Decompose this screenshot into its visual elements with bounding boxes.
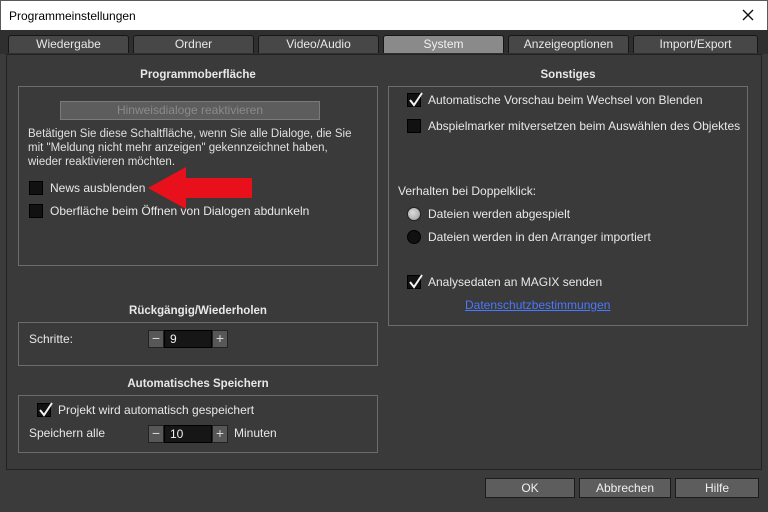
radio-dateien-abgespielt-label: Dateien werden abgespielt [428,207,571,221]
red-arrow-icon [148,167,252,209]
abdunkeln-checkbox[interactable] [29,204,43,218]
news-ausblenden-label: News ausblenden [50,181,146,195]
section-title-rueckgaengig: Rückgängig/Wiederholen [129,305,267,317]
tab-video-audio[interactable]: Video/Audio [258,35,379,53]
analysis-checkbox[interactable] [407,274,423,289]
schritte-increment-button[interactable]: + [212,330,228,348]
schritte-decrement-button[interactable]: − [148,330,164,348]
description-line: Betätigen Sie diese Schaltfläche, wenn S… [28,128,352,140]
checkmark-icon [39,402,53,417]
auto-preview-checkbox[interactable] [407,92,423,107]
section-title-programmoberflaeche: Programmoberfläche [140,69,256,81]
cancel-button[interactable]: Abbrechen [579,478,671,498]
radio-dateien-arranger-label: Dateien werden in den Arranger importier… [428,230,651,244]
reactivate-dialogs-button[interactable]: Hinweisdialoge reaktivieren [60,101,320,120]
tab-import-export[interactable]: Import/Export [633,35,758,53]
section-title-sonstiges: Sonstiges [540,69,596,81]
autosave-checkbox[interactable] [37,402,53,417]
schritte-input[interactable]: 9 [164,330,212,348]
title-bar: Programmeinstellungen [0,0,768,30]
privacy-link[interactable]: Datenschutzbestimmungen [465,298,610,312]
doubleclick-label: Verhalten bei Doppelklick: [398,184,537,198]
playmarker-label: Abspielmarker mitversetzen beim Auswähle… [428,119,741,133]
description-line: mit "Meldung nicht mehr anzeigen" gekenn… [28,142,328,154]
radio-dateien-abgespielt[interactable] [407,207,421,221]
news-ausblenden-checkbox[interactable] [29,181,43,195]
checkmark-icon [409,92,423,107]
tab-bar: Wiedergabe Ordner Video/Audio System Anz… [0,30,768,54]
tab-system[interactable]: System [383,35,504,53]
schritte-label: Schritte: [29,332,74,346]
tab-ordner[interactable]: Ordner [133,35,254,53]
help-button[interactable]: Hilfe [675,478,759,498]
autosave-unit-label: Minuten [234,426,277,440]
section-title-autosave: Automatisches Speichern [127,378,269,390]
autosave-interval-input[interactable]: 10 [164,425,212,443]
checkmark-icon [409,274,423,289]
radio-dateien-arranger[interactable] [407,230,421,244]
reactivate-description: Betätigen Sie diese Schaltfläche, wenn S… [28,127,373,169]
autosave-increment-button[interactable]: + [212,425,228,443]
auto-preview-label: Automatische Vorschau beim Wechsel von B… [428,93,703,107]
autosave-label: Projekt wird automatisch gespeichert [58,403,255,417]
autosave-interval-label: Speichern alle [29,426,106,440]
analysis-label: Analysedaten an MAGIX senden [428,275,603,289]
playmarker-checkbox[interactable] [407,119,421,133]
ok-button[interactable]: OK [485,478,575,498]
close-icon[interactable] [739,6,757,24]
tab-wiedergabe[interactable]: Wiedergabe [8,35,129,53]
window-title: Programmeinstellungen [9,9,136,23]
tab-anzeigeoptionen[interactable]: Anzeigeoptionen [508,35,629,53]
autosave-decrement-button[interactable]: − [148,425,164,443]
